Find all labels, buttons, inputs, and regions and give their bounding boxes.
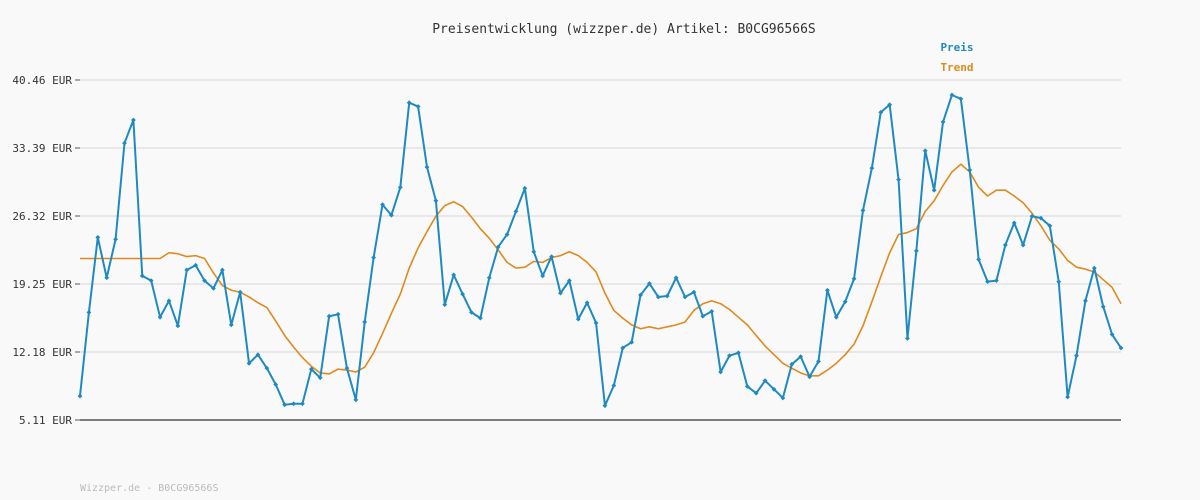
chart-title: Preisentwicklung (wizzper.de) Artikel: B… — [432, 22, 816, 37]
y-tick-label: 33.39 EUR — [12, 142, 72, 155]
preis-data-point — [86, 309, 92, 315]
preis-data-point — [95, 234, 101, 240]
preis-data-point — [486, 275, 492, 281]
preis-data-point — [291, 401, 296, 407]
preis-data-point — [300, 401, 305, 407]
preis-data-point — [175, 323, 181, 329]
series-lines — [79, 94, 1122, 407]
preis-data-point — [104, 275, 110, 281]
preis-data-point — [1100, 304, 1106, 310]
preis-data-point — [1091, 265, 1097, 271]
preis-data-point — [326, 313, 332, 319]
y-tick-label: 5.11 EUR — [19, 414, 72, 427]
legend-entry-preis: Preis — [940, 41, 973, 54]
preis-data-point — [940, 119, 946, 125]
preis-data-point — [433, 198, 439, 204]
series-line-trend — [80, 163, 1122, 377]
series-line-preis — [79, 94, 1122, 407]
preis-data-point — [896, 177, 901, 183]
preis-data-point — [335, 311, 341, 317]
preis-data-point — [824, 287, 830, 293]
preis-data-point — [967, 167, 973, 173]
preis-data-point — [397, 184, 403, 190]
preis-data-point — [931, 187, 937, 193]
preis-data-point — [113, 236, 118, 242]
preis-data-point — [442, 302, 448, 308]
preis-data-point — [1056, 279, 1062, 284]
preis-data-point — [869, 165, 875, 171]
preis-data-point — [905, 335, 910, 341]
y-tick-label: 26.32 EUR — [12, 210, 72, 223]
preis-data-point — [1083, 298, 1088, 304]
y-axis-ticks: 40.46 EUR 33.39 EUR 26.32 EUR 19.25 EUR 12.1… — [12, 74, 80, 427]
preis-data-point — [736, 350, 741, 356]
y-tick-label: 19.25 EUR — [12, 278, 72, 291]
footer-credit: Wizzper.de - B0CG96566S — [80, 483, 218, 494]
preis-data-point — [913, 248, 919, 254]
preis-data-point — [994, 278, 999, 284]
preis-data-point — [353, 397, 359, 403]
preis-data-point — [922, 148, 928, 154]
chart-canvas: Preisentwicklung (wizzper.de) Artikel: B… — [12, 22, 1124, 494]
preis-data-point — [1065, 394, 1071, 400]
preis-data-point — [228, 322, 234, 328]
preis-data-point — [424, 164, 430, 170]
preis-data-point — [860, 208, 866, 213]
preis-data-point — [371, 255, 377, 260]
y-tick-label: 12.18 EUR — [12, 346, 72, 359]
price-chart: Preisentwicklung (wizzper.de) Artikel: B… — [0, 0, 1200, 500]
preis-data-point — [1074, 353, 1079, 359]
y-tick-label: 40.46 EUR — [12, 74, 72, 87]
preis-data-point — [77, 393, 83, 399]
preis-data-point — [362, 319, 368, 325]
gridlines — [80, 79, 1121, 353]
legend-entry-trend: Trend — [940, 61, 973, 74]
